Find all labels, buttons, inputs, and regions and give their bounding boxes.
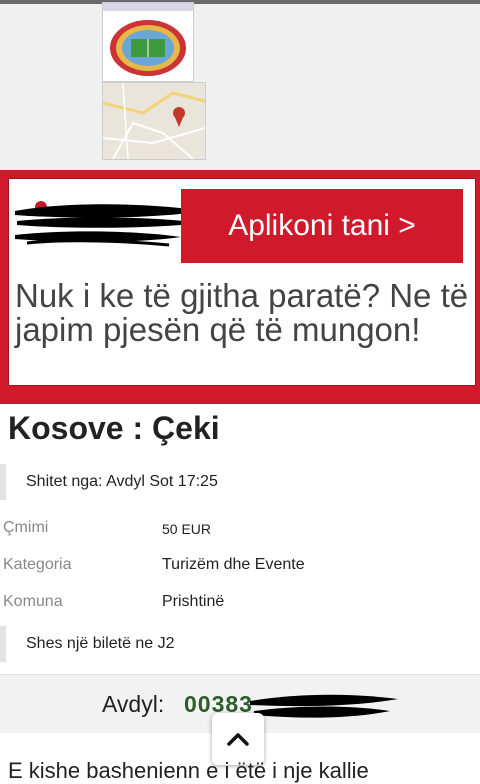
map-pin-icon [173,107,185,127]
price-value: 50 EUR [162,521,212,537]
category-value: Turizëm dhe Evente [162,556,305,573]
partial-text: E kishe bashenienn e i ëtë i nje kallie [8,758,369,783]
redacted-logo [9,193,205,253]
apply-now-button[interactable]: Aplikoni tani > [181,189,463,263]
category-label: Kategoria [3,556,72,573]
ad-headline: Nuk i ke të gjitha paratë? Ne të japim p… [15,277,469,348]
seller-info: Shitet nga: Avdyl Sot 17:25 [0,464,480,500]
chevron-up-icon [227,733,249,746]
listing-description: Shes një biletë ne J2 [0,626,480,662]
contact-name: Avdyl: [102,691,165,717]
municipality-value: Prishtinë [162,593,225,610]
detail-row-category: Kategoria Turizëm dhe Evente [0,551,480,581]
ad-banner[interactable]: Aplikoni tani > Nuk i ke të gjitha parat… [0,170,480,404]
location-map-thumbnail[interactable] [102,82,206,160]
top-divider [0,0,480,4]
quote-bar [0,626,6,662]
seller-text: Shitet nga: Avdyl Sot 17:25 [26,473,218,490]
redaction-mark [250,694,398,718]
detail-row-price: Çmimi 50 EUR [0,514,480,544]
quote-bar [0,464,6,500]
stadium-seatmap-thumbnail[interactable] [102,2,194,82]
listing-title: Kosove : Çeki [8,410,220,446]
detail-row-municipality: Komuna Prishtinë [0,588,480,618]
image-area [0,0,480,170]
municipality-label: Komuna [3,593,63,610]
listing-thumbnails [102,2,206,160]
description-text: Shes një biletë ne J2 [26,635,175,652]
ad-banner-card: Aplikoni tani > Nuk i ke të gjitha parat… [8,178,476,386]
price-label: Çmimi [3,519,49,536]
